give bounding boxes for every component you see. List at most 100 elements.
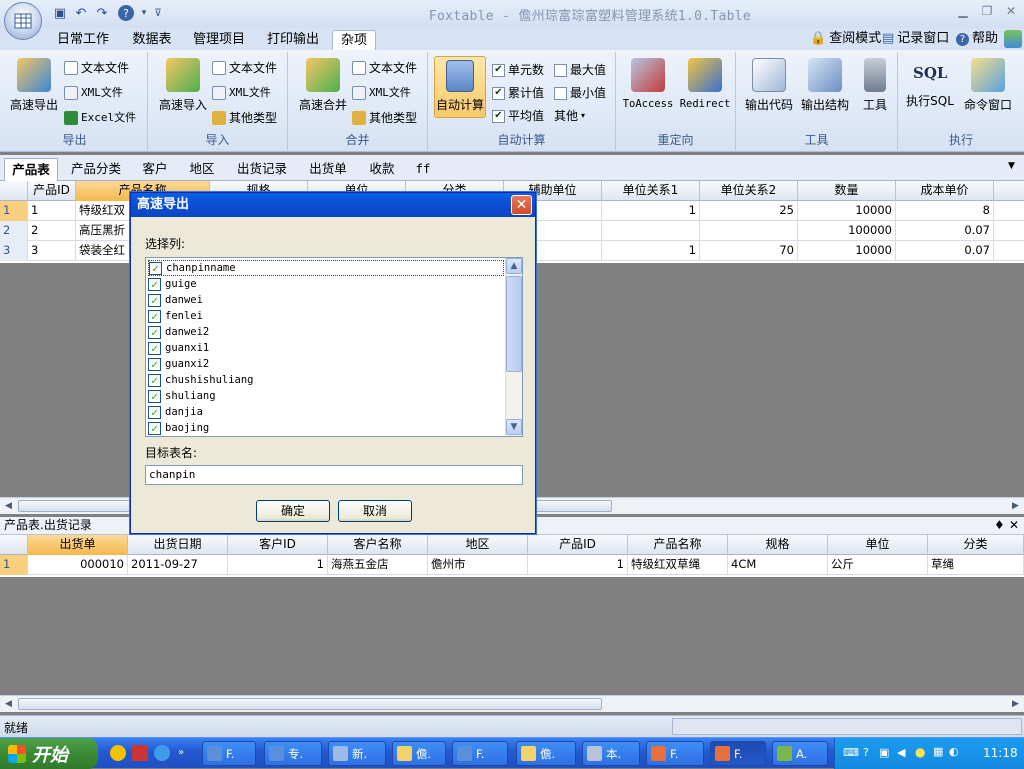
tab-product-table[interactable]: 产品表 (4, 158, 58, 181)
fast-export-button[interactable]: 高速导出 (6, 58, 62, 113)
grid-cell[interactable]: 2 (28, 221, 76, 241)
scroll-right-icon[interactable]: ▶ (1008, 697, 1023, 711)
taskbar-button-active[interactable]: F. (710, 741, 766, 766)
checkbox-checked-icon[interactable]: ✓ (148, 309, 161, 323)
list-item[interactable]: ✓ danwei2 (148, 324, 504, 340)
taskbar-button[interactable]: F. (452, 741, 508, 766)
import-xml-file-button[interactable]: XML文件 (212, 83, 271, 103)
merge-text-file-button[interactable]: 文本文件 (352, 58, 417, 78)
scroll-left-icon[interactable]: ◀ (1, 697, 16, 711)
redirect-button[interactable]: Redirect (678, 58, 732, 110)
record-window-link[interactable]: ▤ 记录窗口 (882, 30, 949, 48)
users-icon[interactable] (1004, 30, 1022, 48)
taskbar-button[interactable]: 本. (582, 741, 640, 766)
fast-merge-button[interactable]: 高速合并 (294, 58, 352, 113)
list-item[interactable]: ✓ guanxi1 (148, 340, 504, 356)
checkbox-checked-icon[interactable]: ✓ (148, 357, 161, 371)
list-item[interactable]: ✓ baojing (148, 420, 504, 436)
row-number[interactable]: 3 (0, 241, 28, 261)
col-header[interactable]: 单位关系1 (602, 181, 700, 201)
dialog-title-bar[interactable]: 高速导出 ✕ (131, 193, 535, 217)
col-header[interactable]: 出货单 (28, 535, 128, 555)
grid-cell[interactable]: 4CM (728, 555, 828, 575)
grid-cell[interactable]: 10000 (798, 201, 896, 221)
execute-sql-button[interactable]: SQL 执行SQL (904, 58, 956, 109)
check-min[interactable]: 最小值 (554, 83, 606, 103)
checkbox-checked-icon[interactable]: ✓ (148, 389, 161, 403)
col-header[interactable]: 客户名称 (328, 535, 428, 555)
tab-region[interactable]: 地区 (182, 158, 222, 181)
scroll-thumb[interactable] (18, 698, 602, 710)
grid-cell[interactable]: 000010 (28, 555, 128, 575)
taskbar-button[interactable]: 儋. (392, 741, 446, 766)
grid-cell[interactable]: 2011-09-27 (128, 555, 228, 575)
tab-data-table[interactable]: 数据表 (124, 30, 180, 50)
grid-cell[interactable]: 儋州市 (428, 555, 528, 575)
tab-shipping-record[interactable]: 出货记录 (230, 158, 294, 181)
list-item[interactable]: ✓ chanpinname (148, 260, 504, 276)
ie-icon[interactable] (154, 745, 170, 761)
check-cumulative[interactable]: ✔ 累计值 (492, 83, 544, 103)
other-dropdown[interactable]: 其他 ▾ (554, 106, 585, 126)
col-header[interactable]: 成本单价 (896, 181, 994, 201)
list-item[interactable]: ✓ danjia (148, 404, 504, 420)
volume-icon[interactable]: ◐ (949, 745, 959, 758)
sub-horizontal-scrollbar[interactable]: ◀ ▶ (0, 695, 1024, 712)
column-checklist[interactable]: ✓ chanpinname ✓ guige ✓ danwei ✓ fenlei ✓ dan… (145, 257, 523, 437)
grid-cell[interactable]: 10000 (798, 241, 896, 261)
taskbar-button[interactable]: 新. (328, 741, 386, 766)
list-item[interactable]: ✓ guanxi2 (148, 356, 504, 372)
list-vertical-scrollbar[interactable]: ▲ ▼ (505, 258, 522, 436)
select-all-corner[interactable] (0, 181, 28, 201)
col-header[interactable]: 产品ID (28, 181, 76, 201)
grid-cell[interactable]: 0.07 (896, 241, 994, 261)
col-header[interactable]: 分类 (928, 535, 1024, 555)
row-number[interactable]: 2 (0, 221, 28, 241)
checkbox-checked-icon[interactable]: ✓ (148, 421, 161, 435)
ok-button[interactable]: 确定 (256, 500, 330, 522)
col-header[interactable]: 数量 (798, 181, 896, 201)
checkbox-checked-icon[interactable]: ✓ (148, 325, 161, 339)
merge-xml-file-button[interactable]: XML文件 (352, 83, 411, 103)
output-structure-button[interactable]: 输出结构 (798, 58, 852, 113)
grid-cell[interactable] (602, 221, 700, 241)
application-menu-button[interactable] (4, 2, 42, 40)
grid-cell[interactable]: 70 (700, 241, 798, 261)
import-text-file-button[interactable]: 文本文件 (212, 58, 277, 78)
scroll-up-icon[interactable]: ▲ (506, 258, 522, 274)
grid-cell[interactable]: 8 (896, 201, 994, 221)
list-item[interactable]: ✓ fenlei (148, 308, 504, 324)
taskbar-button[interactable]: A. (772, 741, 828, 766)
col-header[interactable]: 客户ID (228, 535, 328, 555)
chevron-right-icon[interactable]: » (178, 747, 184, 758)
help-icon[interactable]: ? (863, 746, 869, 759)
grid-cell[interactable] (700, 221, 798, 241)
grid-cell[interactable]: 0.07 (896, 221, 994, 241)
grid-cell[interactable]: 3 (28, 241, 76, 261)
list-item[interactable]: ✓ danwei (148, 292, 504, 308)
network-icon[interactable]: ▦ (933, 745, 943, 758)
select-all-corner[interactable] (0, 535, 28, 555)
target-table-input[interactable]: chanpin (145, 465, 523, 485)
keyboard-icon[interactable]: ⌨ (843, 746, 859, 759)
close-icon[interactable]: ✕ (511, 195, 532, 215)
merge-other-type-button[interactable]: 其他类型 (352, 108, 417, 128)
tab-manage-project[interactable]: 管理项目 (186, 30, 252, 50)
grid-cell[interactable]: 1 (228, 555, 328, 575)
col-header[interactable]: 单位关系2 (700, 181, 798, 201)
quick-launch-icon[interactable] (110, 745, 126, 761)
export-xml-file-button[interactable]: XML文件 (64, 83, 123, 103)
grid-cell[interactable]: 1 (602, 241, 700, 261)
start-button[interactable]: 开始 (0, 738, 98, 769)
grid-cell[interactable]: 100000 (798, 221, 896, 241)
checkbox-checked-icon[interactable]: ✓ (148, 373, 161, 387)
grid-cell[interactable]: 1 (28, 201, 76, 221)
list-item[interactable]: ✓ guige (148, 276, 504, 292)
clock[interactable]: 11:18 (983, 746, 1018, 760)
taskbar-button[interactable]: F. (646, 741, 704, 766)
input-method-icon[interactable]: ▣ (879, 746, 889, 759)
checkbox-checked-icon[interactable]: ✓ (148, 277, 161, 291)
export-text-file-button[interactable]: 文本文件 (64, 58, 129, 78)
col-header[interactable]: 产品名称 (628, 535, 728, 555)
grid-cell[interactable]: 25 (700, 201, 798, 221)
